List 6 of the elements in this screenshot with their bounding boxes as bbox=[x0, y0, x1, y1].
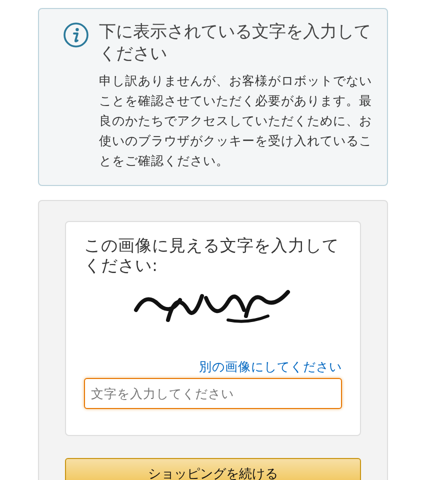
alert-title: 下に表示されている文字を入力してください bbox=[99, 21, 372, 65]
captcha-input-field[interactable]: 文字を入力してください bbox=[84, 378, 342, 409]
captcha-heading: この画像に見える文字を入力してください: bbox=[84, 236, 340, 276]
new-image-link[interactable]: 別の画像にしてください bbox=[199, 359, 342, 374]
alert-message: 申し訳ありませんが、お客様がロボットでないことを確認させていただく必要があります。最良のかたちでアクセスしていただくために、お使いのブラウザがクッキーを受け入れていることをご確認ください。 bbox=[99, 72, 373, 170]
continue-shopping-button[interactable]: ショッピングを続ける bbox=[65, 458, 361, 480]
